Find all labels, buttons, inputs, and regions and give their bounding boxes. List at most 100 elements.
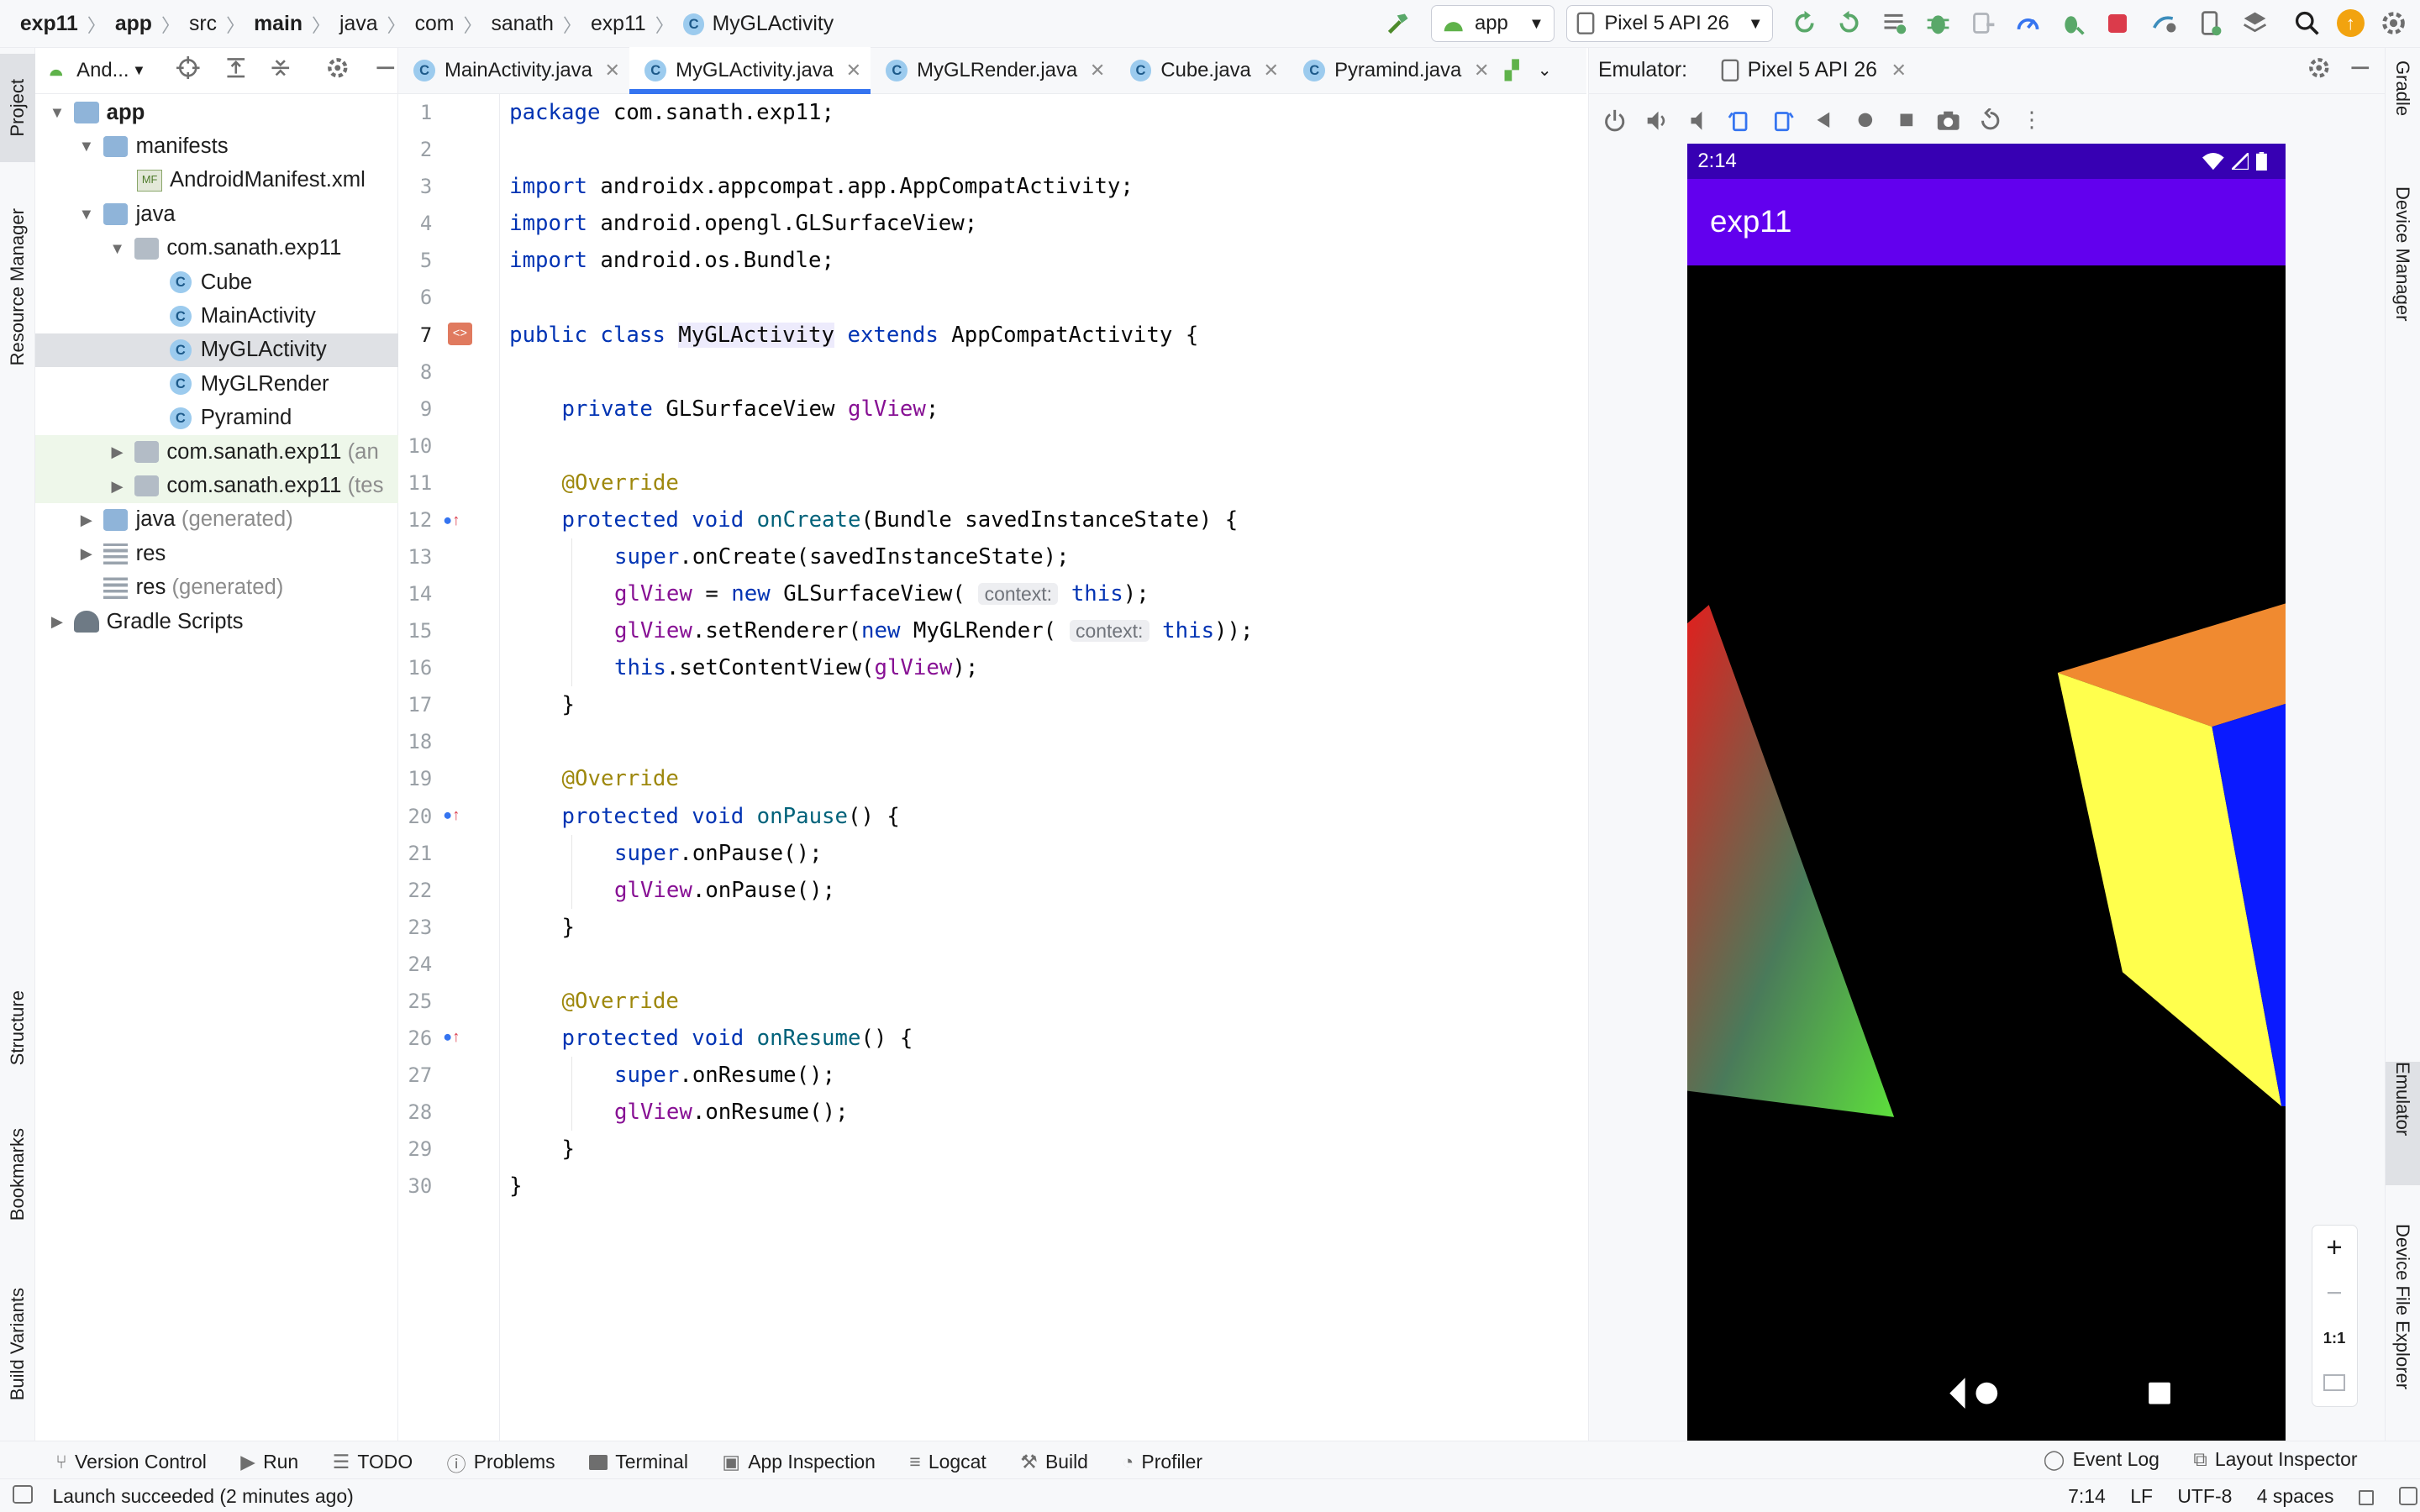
tool-event-log[interactable]: ◯ Event Log [2044,1448,2160,1471]
tree-item-res-generated[interactable]: res (generated) [35,571,398,605]
search-icon[interactable] [2291,6,2324,39]
tool-todo[interactable]: ☰ TODO [333,1451,413,1473]
emulator-device-tab[interactable]: Pixel 5 API 26 ✕ [1721,59,1907,82]
indent-setting[interactable]: 4 spaces [2257,1485,2334,1508]
tool-build[interactable]: ⚒ Build [1020,1451,1088,1473]
chevron-right-icon[interactable]: ▶ [76,544,97,563]
tree-item-java-generated[interactable]: ▶ java (generated) [35,503,398,537]
chevron-right-icon[interactable]: ▶ [107,443,129,461]
structure-tool-tab[interactable]: Structure [0,966,35,1089]
chevron-down-icon[interactable]: ▼ [132,62,145,79]
project-tool-tab[interactable]: Project [0,54,36,162]
device-manager-tool-tab[interactable]: Device Manager [2391,186,2413,328]
emulator-tool-tab[interactable]: Emulator [2385,1061,2420,1185]
file-encoding[interactable]: UTF-8 [2177,1485,2232,1508]
toggle-tool-windows-icon[interactable] [12,1484,33,1504]
close-icon[interactable]: ✕ [1474,60,1489,81]
rotate-left-icon[interactable] [1723,103,1757,137]
tree-item-myglactivity[interactable]: C MyGLActivity [35,333,398,368]
breadcrumb-com[interactable]: com [415,13,455,36]
breadcrumb-src[interactable]: src [189,13,217,36]
tree-item-java[interactable]: ▼ java [35,197,398,231]
chevron-down-icon[interactable]: ▼ [76,205,97,223]
run-config-dropdown[interactable]: app ▼ [1430,4,1555,42]
tab-mainactivity[interactable]: C MainActivity.java ✕ [398,47,629,93]
breadcrumb-file[interactable]: MyGLActivity [713,13,834,36]
read-only-lock-icon[interactable] [2358,1490,2375,1506]
breadcrumb-exp11[interactable]: exp11 [591,13,646,36]
sdk-manager-icon[interactable] [2238,6,2271,39]
stop-icon[interactable] [2101,6,2134,39]
status-message[interactable]: Launch succeeded (2 minutes ago) [52,1485,353,1508]
close-icon[interactable]: ✕ [1090,60,1105,81]
back-icon[interactable] [1807,103,1840,137]
tree-item-pyramind[interactable]: C Pyramind [35,402,398,435]
hide-panel-icon[interactable] [374,56,397,86]
device-screen[interactable]: 2:14 exp11 [1686,143,2286,1441]
tree-item-cube[interactable]: C Cube [35,265,398,299]
volume-up-icon[interactable] [1640,103,1674,137]
tool-logcat[interactable]: ≡ Logcat [909,1451,986,1473]
chevron-right-icon[interactable]: ▶ [107,477,129,496]
tree-item-res[interactable]: ▶ res [35,537,398,570]
zoom-actual-size-button[interactable]: 1:1 [2312,1315,2357,1360]
breadcrumb-module[interactable]: app [115,13,152,36]
nav-home-icon[interactable] [1975,1382,1997,1404]
tool-app-inspection[interactable]: ▣ App Inspection [722,1451,876,1473]
power-icon[interactable] [1598,103,1632,137]
tree-item-myglrender[interactable]: C MyGLRender [35,367,398,401]
tree-item-gradle-scripts[interactable]: ▶ Gradle Scripts [35,605,398,638]
build-variants-tool-tab[interactable]: Build Variants [0,1267,35,1421]
tree-item-app[interactable]: ▼ app [35,96,398,129]
profile-gauge-icon[interactable] [2011,6,2044,39]
zoom-out-icon[interactable]: − [2312,1271,2357,1315]
project-view-dropdown[interactable]: And... [76,59,129,82]
close-icon[interactable]: ✕ [1264,60,1279,81]
zoom-fit-icon[interactable] [2312,1360,2357,1404]
debug-bug-icon[interactable] [1922,6,1955,39]
breadcrumb-main[interactable]: main [254,13,302,36]
caret-position[interactable]: 7:14 [2068,1485,2106,1508]
gradle-tool-tab[interactable]: Gradle [2391,60,2413,123]
chevron-down-icon[interactable]: ▼ [46,103,68,122]
device-manager-icon[interactable] [2193,6,2227,39]
tool-profiler[interactable]: ◔ Profiler [1122,1451,1202,1473]
more-options-icon[interactable]: ⋮ [2015,103,2049,137]
tool-problems[interactable]: ⓘ Problems [447,1448,555,1477]
rotate-right-icon[interactable] [1765,103,1798,137]
run-coverage-icon[interactable] [1876,6,1910,39]
screenshot-camera-icon[interactable] [1932,103,1965,137]
chevron-down-icon[interactable]: ▼ [76,137,97,155]
zoom-in-icon[interactable]: + [2312,1226,2357,1270]
overview-icon[interactable] [1890,103,1923,137]
apply-code-changes-icon[interactable] [1832,6,1865,39]
collapse-all-icon[interactable] [269,56,292,86]
snapshot-reset-icon[interactable] [1973,103,2007,137]
close-icon[interactable]: ✕ [605,60,620,81]
volume-down-icon[interactable] [1681,103,1715,137]
tree-item-mainactivity[interactable]: C MainActivity [35,299,398,333]
panel-settings-gear-icon[interactable] [326,56,350,86]
updates-icon[interactable]: ↑ [2333,6,2367,39]
tab-myglactivity[interactable]: C MyGLActivity.java ✕ [629,47,871,94]
emulator-settings-gear-icon[interactable] [2307,56,2331,86]
chevron-down-icon[interactable]: ▼ [107,239,129,258]
device-dropdown[interactable]: Pixel 5 API 26 ▼ [1566,4,1774,42]
tree-item-package-main[interactable]: ▼ com.sanath.exp11 [35,232,398,265]
expand-all-icon[interactable] [224,56,248,86]
attach-debugger-icon[interactable] [1966,6,2000,39]
breadcrumb-sanath[interactable]: sanath [492,13,554,36]
line-separator[interactable]: LF [2130,1485,2153,1508]
breadcrumb-java[interactable]: java [339,13,377,36]
breadcrumb-project[interactable]: exp11 [20,13,78,36]
attach-bug-icon[interactable] [2055,6,2089,39]
tool-terminal[interactable]: Terminal [589,1451,688,1473]
hide-panel-icon[interactable] [2349,56,2372,86]
tab-cube[interactable]: C Cube.java ✕ [1114,47,1288,93]
tab-pyramind[interactable]: C Pyramind.java ✕ [1288,47,1498,93]
chevron-right-icon[interactable]: ▶ [76,511,97,529]
close-icon[interactable]: ✕ [846,60,861,81]
apply-changes-icon[interactable] [1787,6,1821,39]
tool-layout-inspector[interactable]: ⧉ Layout Inspector [2193,1448,2357,1471]
tool-run[interactable]: ▶ Run [240,1451,298,1473]
